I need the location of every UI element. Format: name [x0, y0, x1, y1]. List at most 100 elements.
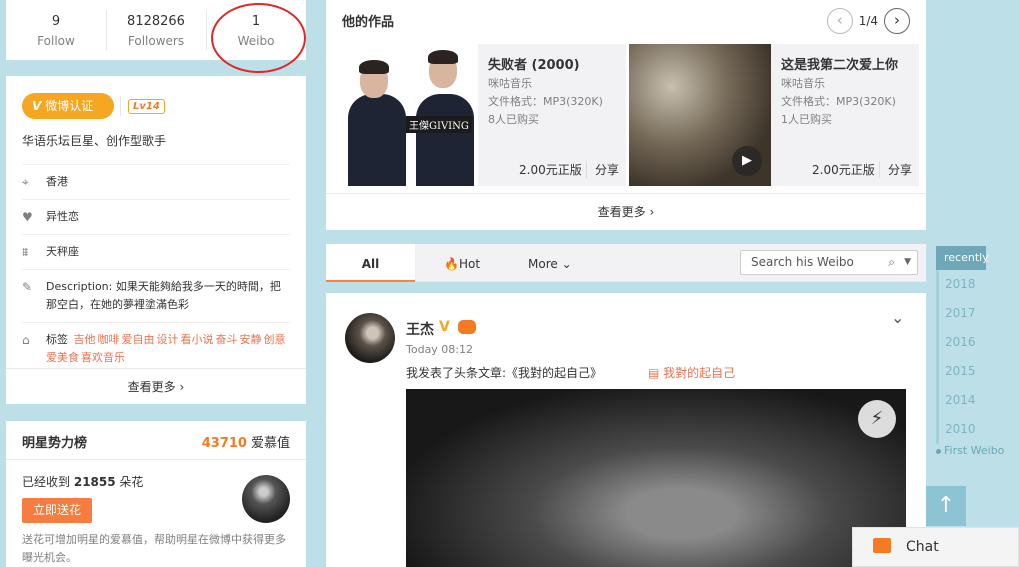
verification-text: 华语乐坛巨星、创作型歌手: [22, 134, 167, 148]
album-price[interactable]: 2.00元正版: [519, 161, 582, 178]
album-meta: 咪咕音乐 文件格式：MP3(320K) 1人已购买: [781, 75, 896, 129]
profile-info-card: V 微博认证 Lv14 华语乐坛巨星、创作型歌手 ⌖ 香港 ♥ 异性恋 ⩩ 天秤座…: [6, 76, 306, 404]
member-icon[interactable]: [458, 320, 476, 334]
play-icon[interactable]: ▶: [732, 146, 762, 176]
received-prefix: 已经收到: [22, 475, 71, 489]
next-page-button[interactable]: ›: [884, 8, 910, 34]
dropdown-icon[interactable]: ▼: [904, 251, 911, 274]
works-card: 他的作品 ‹ 1/4 › 王傑GIVING 失败者 (2000) 咪咕音乐 文件…: [326, 0, 926, 230]
stat-follow-count: 9: [51, 14, 61, 29]
edit-icon: ✎: [22, 280, 33, 294]
tag-item[interactable]: 安静: [240, 333, 262, 346]
verified-label: 微博认证: [45, 99, 94, 113]
works-title: 他的作品: [342, 15, 395, 30]
verified-badge[interactable]: V 微博认证: [22, 93, 114, 119]
profile-more-button[interactable]: 查看更多 ›: [6, 368, 306, 404]
stat-follow[interactable]: 9 Follow: [6, 10, 106, 50]
chevron-right-icon: ›: [649, 205, 655, 219]
works-pager: ‹ 1/4 ›: [826, 8, 910, 34]
stat-weibo[interactable]: 1 Weibo: [206, 10, 306, 50]
album-title[interactable]: 这是我第二次爱上你: [781, 54, 898, 73]
post-author[interactable]: 王杰: [406, 319, 434, 339]
avatar[interactable]: [242, 475, 290, 523]
level-badge[interactable]: Lv14: [128, 99, 165, 114]
timeline-year[interactable]: 2010: [936, 415, 1016, 444]
weibo-post: 王杰 V Today 08:12 我发表了头条文章:《我對的起自己》 ▤ 我對的…: [326, 293, 926, 567]
stat-followers[interactable]: 8128266 Followers: [106, 10, 206, 50]
timeline-year[interactable]: 2016: [936, 328, 1016, 357]
tag-item[interactable]: 咖啡: [98, 333, 120, 346]
lightning-icon[interactable]: ⚡: [858, 400, 896, 438]
location-pin-icon: ⌖: [22, 175, 29, 189]
article-icon: ▤: [648, 366, 660, 380]
album-share[interactable]: 分享: [879, 161, 912, 178]
chat-button[interactable]: Chat: [852, 527, 1019, 567]
divider: [6, 459, 306, 460]
timeline-year[interactable]: 2014: [936, 386, 1016, 415]
weibo-search-input[interactable]: Search his Weibo ⌕ ▼: [740, 250, 918, 275]
received-unit: 朵花: [119, 475, 144, 489]
tags-label: 标签: [46, 333, 68, 346]
tab-hot[interactable]: 🔥Hot: [444, 244, 480, 282]
album-source: 咪咕音乐: [488, 77, 532, 90]
album-title[interactable]: 失败者 (2000): [488, 54, 580, 73]
album-cover[interactable]: 王傑GIVING: [336, 44, 478, 186]
timeline-year[interactable]: 2018: [936, 270, 1016, 299]
info-description: ✎ Description: 如果天能夠給我多一天的時間，把那空白，在她的夢裡塗…: [22, 269, 290, 322]
tag-item[interactable]: 创意: [264, 333, 286, 346]
info-zodiac: ⩩ 天秤座: [22, 234, 290, 269]
post-options-chevron-icon[interactable]: ⌄: [891, 308, 904, 327]
tab-hot-label: Hot: [458, 257, 481, 271]
star-power-card: 明星势力榜 43710 爱慕值 已经收到 21855 朵花 立即送花 送花可增加明…: [6, 421, 306, 567]
stat-weibo-label: Weibo: [237, 34, 275, 48]
timeline-recent[interactable]: recently: [936, 246, 989, 270]
timeline-year[interactable]: 2015: [936, 357, 1016, 386]
article-link[interactable]: ▤ 我對的起自己: [648, 364, 735, 381]
verified-v-icon: V: [439, 319, 450, 335]
chat-icon: [873, 538, 891, 553]
divider: [120, 96, 121, 116]
stat-follow-label: Follow: [37, 34, 75, 48]
chevron-right-icon: ›: [179, 380, 185, 394]
album-price[interactable]: 2.00元正版: [812, 161, 875, 178]
search-icon[interactable]: ⌕: [888, 251, 895, 274]
profile-stats: 9 Follow 8128266 Followers 1 Weibo: [6, 0, 306, 60]
works-more-button[interactable]: 查看更多 ›: [326, 193, 926, 230]
description-text: Description: 如果天能夠給我多一天的時間，把那空白，在她的夢裡塗滿色…: [46, 280, 281, 311]
prev-page-button[interactable]: ‹: [826, 8, 853, 34]
post-image[interactable]: ⚡: [406, 389, 906, 567]
stat-followers-label: Followers: [127, 34, 185, 48]
zodiac-text: 天秤座: [46, 245, 79, 258]
works-more-label: 查看更多: [597, 205, 646, 219]
article-link-text: 我對的起自己: [663, 366, 736, 380]
album-card[interactable]: 王傑GIVING 失败者 (2000) 咪咕音乐 文件格式：MP3(320K) …: [336, 44, 626, 186]
tag-item[interactable]: 爱自由: [122, 333, 155, 346]
send-flowers-button[interactable]: 立即送花: [22, 498, 92, 523]
tag-item[interactable]: 爱美食: [46, 351, 79, 364]
tag-item[interactable]: 看小说: [181, 333, 214, 346]
flame-icon: 🔥: [444, 257, 459, 271]
post-time[interactable]: Today 08:12: [406, 343, 473, 356]
album-share[interactable]: 分享: [586, 161, 619, 178]
album-buyers: 1人已购买: [781, 113, 832, 126]
timeline-first-weibo[interactable]: First Weibo: [936, 444, 1016, 457]
orientation-text: 异性恋: [46, 210, 79, 223]
received-count: 21855: [73, 475, 116, 489]
search-placeholder: Search his Weibo: [751, 255, 854, 269]
album-card[interactable]: ▶ 这是我第二次爱上你 咪咕音乐 文件格式：MP3(320K) 1人已购买 2.…: [629, 44, 919, 186]
tag-item[interactable]: 喜欢音乐: [81, 351, 125, 364]
tag-item[interactable]: 设计: [157, 333, 179, 346]
heart-icon: ♥: [22, 210, 33, 224]
tab-more-label: More: [528, 257, 558, 271]
tab-all[interactable]: All: [326, 244, 415, 282]
profile-details: ⌖ 香港 ♥ 异性恋 ⩩ 天秤座 ✎ Description: 如果天能夠給我多…: [22, 164, 290, 375]
stat-followers-count: 8128266: [127, 14, 185, 29]
location-text: 香港: [46, 175, 68, 188]
tag-item[interactable]: 吉他: [74, 333, 96, 346]
tag-item[interactable]: 奋斗: [216, 333, 238, 346]
timeline-year[interactable]: 2017: [936, 299, 1016, 328]
back-to-top-arrow-icon[interactable]: ↑: [926, 486, 966, 526]
album-cover[interactable]: ▶: [629, 44, 771, 186]
avatar[interactable]: [345, 313, 395, 363]
tab-more[interactable]: More ⌄: [528, 244, 572, 282]
